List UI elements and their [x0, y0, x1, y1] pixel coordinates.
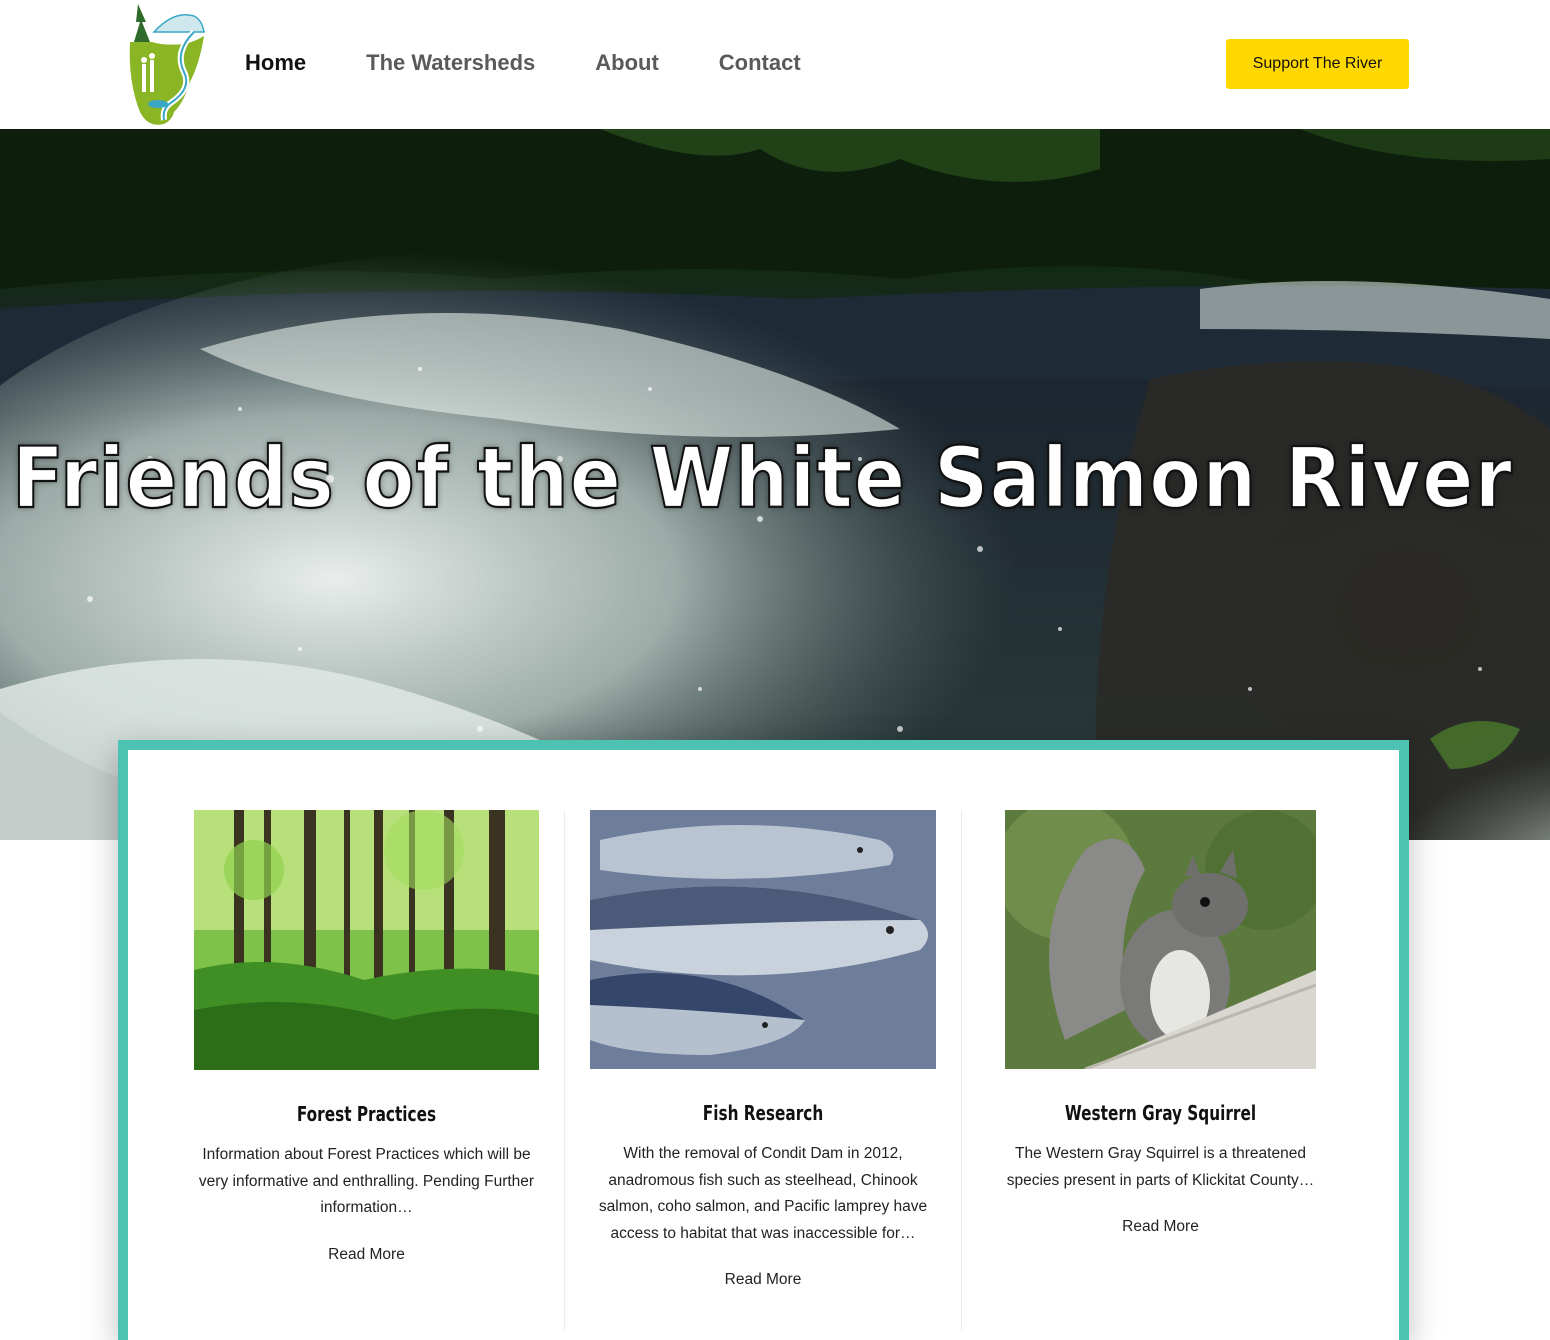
card-fish-research: Fish Research With the removal of Condit… [590, 810, 936, 1289]
card-western-gray-squirrel: Western Gray Squirrel The Western Gray S… [1005, 810, 1316, 1236]
card-forest-practices: Forest Practices Information about Fores… [194, 810, 539, 1264]
nav-home[interactable]: Home [245, 48, 306, 78]
column-divider [961, 810, 962, 1330]
support-the-river-button[interactable]: Support The River [1226, 39, 1409, 89]
forest-image[interactable] [194, 810, 539, 1070]
column-divider [564, 810, 565, 1330]
hero-title: Friends of the White Salmon River [11, 428, 1513, 528]
card-description: Information about Forest Practices which… [198, 1146, 535, 1216]
card-title: Forest Practices [296, 1102, 437, 1126]
card-description: The Western Gray Squirrel is a threatene… [1006, 1145, 1315, 1189]
nav-the-watersheds[interactable]: The Watersheds [366, 48, 535, 78]
gray-squirrel-image[interactable] [1005, 810, 1316, 1069]
salmon-fish-image[interactable] [590, 810, 936, 1069]
card-description: With the removal of Condit Dam in 2012, … [598, 1145, 928, 1242]
main-nav: Home The Watersheds About Contact [245, 48, 861, 78]
read-more-link[interactable]: Read More [725, 1271, 802, 1289]
nav-contact[interactable]: Contact [719, 48, 801, 78]
nav-about[interactable]: About [595, 48, 659, 78]
read-more-link[interactable]: Read More [1122, 1218, 1199, 1236]
feature-cards-panel: Forest Practices Information about Fores… [118, 740, 1409, 1340]
site-header: Home The Watersheds About Contact Suppor… [0, 0, 1550, 129]
hero-banner: Friends of the White Salmon River [0, 129, 1550, 840]
river-forest-logo-icon[interactable] [124, 2, 210, 128]
read-more-link[interactable]: Read More [328, 1246, 405, 1264]
card-title: Fish Research [702, 1101, 824, 1125]
card-title: Western Gray Squirrel [1064, 1101, 1257, 1125]
